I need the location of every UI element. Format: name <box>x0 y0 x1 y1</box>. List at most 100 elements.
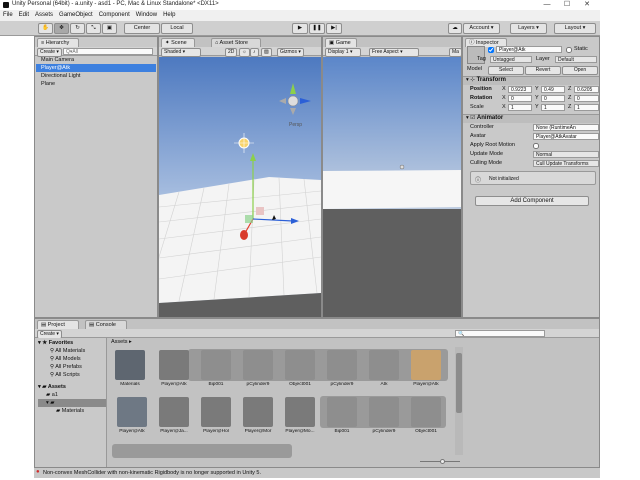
2d-toggle[interactable]: 2D <box>225 48 238 57</box>
menu-component[interactable]: Component <box>96 10 133 20</box>
menu-window[interactable]: Window <box>133 10 160 20</box>
cloud-icon[interactable]: ☁ <box>448 23 462 34</box>
scale-tool-button[interactable]: ⤡ <box>86 23 101 34</box>
layout-dropdown[interactable]: Layout ▾ <box>554 23 596 34</box>
account-dropdown[interactable]: Account ▾ <box>463 23 500 34</box>
project-search-input[interactable]: 🔍 <box>455 330 545 337</box>
maximize-on-play-toggle[interactable]: Ma <box>449 48 462 57</box>
asset-player-atk-avatar[interactable]: Player@Atk <box>406 350 446 395</box>
asset-pcylinder9-b[interactable]: pCylinder9 <box>322 350 362 395</box>
aspect-dropdown[interactable]: Free Aspect ▾ <box>369 48 419 57</box>
play-button[interactable]: ▶ <box>292 23 308 34</box>
position-y-field[interactable]: 0.49 <box>541 86 565 93</box>
project-scrollbar[interactable] <box>455 347 463 455</box>
fav-all-materials[interactable]: ⚲ All Materials <box>38 347 106 355</box>
rotation-x-field[interactable]: 0 <box>508 95 532 102</box>
menu-help[interactable]: Help <box>160 10 178 20</box>
object-name-field[interactable]: Player@Atk <box>496 46 562 53</box>
pause-button[interactable]: ❚❚ <box>309 23 325 34</box>
root-motion-checkbox[interactable] <box>533 143 539 149</box>
hierarchy-item-plane[interactable]: Plane <box>36 80 156 88</box>
local-space-button[interactable]: Local <box>161 23 193 34</box>
position-z-field[interactable]: 0.6205 <box>574 86 599 93</box>
active-checkbox[interactable] <box>488 47 494 53</box>
asset-zoom-slider[interactable] <box>420 458 460 466</box>
hierarchy-item-main-camera[interactable]: Main Camera <box>36 56 156 64</box>
static-checkbox[interactable] <box>566 47 572 53</box>
pivot-center-button[interactable]: Center <box>124 23 160 34</box>
rotate-tool-button[interactable]: ↻ <box>70 23 85 34</box>
hierarchy-search-input[interactable] <box>63 48 153 55</box>
rotation-z-field[interactable]: 0 <box>574 95 599 102</box>
fav-all-models[interactable]: ⚲ All Models <box>38 355 106 363</box>
tab-asset-store[interactable]: ⌂ Asset Store <box>211 38 261 47</box>
layer-dropdown[interactable]: Default <box>555 56 597 63</box>
step-button[interactable]: ▶| <box>326 23 342 34</box>
asset-materials-folder[interactable]: Materials <box>110 350 150 395</box>
open-button[interactable]: Open <box>562 66 598 75</box>
menu-edit[interactable]: Edit <box>16 10 32 20</box>
asset-player-ja[interactable]: Player@Ja... <box>154 397 194 442</box>
asset-bip001-b[interactable]: Bip001 <box>322 397 362 442</box>
menu-assets[interactable]: Assets <box>32 10 56 20</box>
asset-bip001[interactable]: Bip001 <box>196 350 236 395</box>
asset-player-mor[interactable]: Player@Mor <box>238 397 278 442</box>
animator-header[interactable]: ▾ ☑ Animator <box>463 114 599 123</box>
revert-button[interactable]: Revert <box>525 66 561 75</box>
asset-pcylinder9-c[interactable]: pCylinder9 <box>364 397 404 442</box>
minimize-button[interactable]: — <box>538 0 556 10</box>
scene-viewport[interactable]: Persp <box>159 57 321 317</box>
audio-toggle-icon[interactable]: ♪ <box>250 48 259 57</box>
hierarchy-item-directional-light[interactable]: Directional Light <box>36 72 156 80</box>
update-mode-dropdown[interactable]: Normal <box>533 151 599 158</box>
asset-player-hol[interactable]: Player@Hol <box>196 397 236 442</box>
favorites-header[interactable]: ▾ ★ Favorites <box>38 339 106 347</box>
tab-console[interactable]: ▤ Console <box>85 320 127 329</box>
move-tool-button[interactable]: ✥ <box>54 23 69 34</box>
effects-toggle-icon[interactable]: ▨ <box>261 48 272 57</box>
asset-player-atk[interactable]: Player@Atk <box>154 350 194 395</box>
lighting-toggle-icon[interactable]: ☼ <box>239 48 250 57</box>
rotation-y-field[interactable]: 0 <box>541 95 565 102</box>
select-button[interactable]: Select <box>488 66 524 75</box>
tag-dropdown[interactable]: Untagged <box>490 56 532 63</box>
tab-scene[interactable]: ✦ Scene <box>161 38 195 47</box>
add-component-button[interactable]: Add Component <box>475 196 589 206</box>
assets-header[interactable]: ▾ ▰ Assets <box>38 383 106 391</box>
rect-tool-button[interactable]: ▣ <box>102 23 117 34</box>
asset-pcylinder9-a[interactable]: pCylinder9 <box>238 350 278 395</box>
zoom-slider-thumb[interactable] <box>440 459 445 464</box>
tab-hierarchy[interactable]: ≡ Hierarchy <box>37 38 79 47</box>
fav-all-scripts[interactable]: ⚲ All Scripts <box>38 371 106 379</box>
layers-dropdown[interactable]: Layers ▾ <box>510 23 547 34</box>
display-dropdown[interactable]: Display 1 ▾ <box>325 48 361 57</box>
asset-player-atk-prefab[interactable]: Player@Atk <box>112 397 152 442</box>
menu-file[interactable]: File <box>0 10 16 20</box>
culling-dropdown[interactable]: Cull Update Transforms <box>533 160 599 167</box>
asset-object001-a[interactable]: Object001 <box>280 350 320 395</box>
folder-selected[interactable]: ▾ ▰ <box>38 399 106 407</box>
folder-materials[interactable]: ▰ Materials <box>38 407 106 415</box>
project-breadcrumb[interactable]: Assets ▸ <box>109 338 409 347</box>
scale-z-field[interactable]: 1 <box>574 104 599 111</box>
folder-a1[interactable]: ▰ a1 <box>38 391 106 399</box>
tab-game[interactable]: ▣ Game <box>325 38 357 47</box>
shading-mode-dropdown[interactable]: Shaded ▾ <box>161 48 201 57</box>
avatar-field[interactable]: Player@AtkAvatar <box>533 133 599 140</box>
maximize-button[interactable]: ☐ <box>558 0 576 10</box>
transform-header[interactable]: ▾ ⊹ Transform <box>463 76 599 85</box>
close-button[interactable]: ✕ <box>578 0 596 10</box>
asset-object001-b[interactable]: Object001 <box>406 397 446 442</box>
status-bar[interactable]: ● Non-convex MeshCollider with non-kinem… <box>34 468 600 478</box>
controller-field[interactable]: None (RuntimeAn <box>533 124 599 131</box>
gizmos-dropdown[interactable]: Gizmos ▾ <box>277 48 304 57</box>
tab-project[interactable]: ▤ Project <box>37 320 79 329</box>
menu-gameobject[interactable]: GameObject <box>56 10 96 20</box>
scale-x-field[interactable]: 1 <box>508 104 532 111</box>
hand-tool-button[interactable]: ✋ <box>38 23 53 34</box>
asset-player-mo[interactable]: Player@Mo... <box>280 397 320 442</box>
hierarchy-item-player-atk[interactable]: Player@Atk <box>36 64 156 72</box>
project-scrollbar-thumb[interactable] <box>456 353 462 413</box>
fav-all-prefabs[interactable]: ⚲ All Prefabs <box>38 363 106 371</box>
asset-atk-clip[interactable]: Atk <box>364 350 404 395</box>
